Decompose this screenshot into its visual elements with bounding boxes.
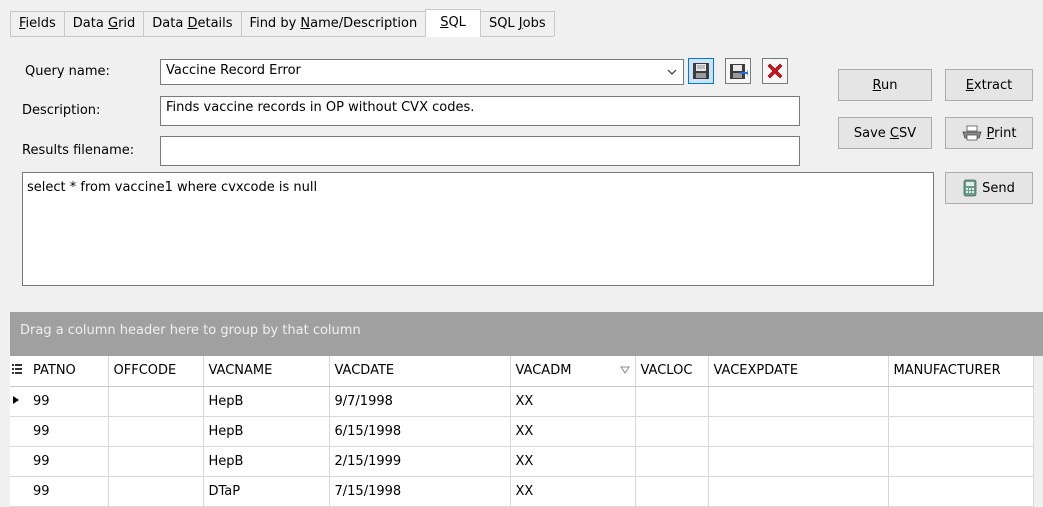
cell[interactable]: HepB <box>203 416 330 447</box>
cell[interactable] <box>108 446 204 477</box>
cell[interactable] <box>708 386 889 417</box>
send-icon <box>963 179 977 197</box>
cell[interactable]: 9/7/1998 <box>329 386 511 417</box>
table-row[interactable]: 99 HepB 9/7/1998 XX <box>10 386 1034 417</box>
cell[interactable]: XX <box>510 386 636 417</box>
column-header-vacdate[interactable]: VACDATE <box>329 356 511 387</box>
grid-header-row: PATNO OFFCODE VACNAME VACDATE VACADM VAC… <box>10 356 1034 387</box>
tab-fields[interactable]: Fields <box>10 11 65 36</box>
column-header-offcode[interactable]: OFFCODE <box>108 356 204 387</box>
cell[interactable] <box>708 416 889 447</box>
query-name-combo[interactable]: Vaccine Record Error <box>160 59 684 85</box>
sql-editor[interactable]: select * from vaccine1 where cvxcode is … <box>22 172 934 286</box>
save-query-as-button[interactable] <box>725 58 751 84</box>
column-header-vacloc[interactable]: VACLOC <box>635 356 709 387</box>
column-chooser[interactable] <box>10 356 28 387</box>
cell[interactable]: XX <box>510 416 636 447</box>
cell[interactable]: 99 <box>28 476 109 507</box>
cell[interactable] <box>888 476 1034 507</box>
column-header-vacexpdate[interactable]: VACEXPDATE <box>708 356 889 387</box>
column-header-vacname[interactable]: VACNAME <box>203 356 330 387</box>
sql-text: select * from vaccine1 where cvxcode is … <box>27 180 318 195</box>
column-header-manufacturer[interactable]: MANUFACTURER <box>888 356 1034 387</box>
cell[interactable]: XX <box>510 446 636 477</box>
cell[interactable] <box>888 416 1034 447</box>
delete-query-button[interactable] <box>762 58 788 84</box>
group-by-hint: Drag a column header here to group by th… <box>20 323 361 338</box>
row-indicator <box>10 416 28 447</box>
table-row[interactable]: 99 HepB 2/15/1999 XX <box>10 446 1034 477</box>
cell[interactable] <box>108 416 204 447</box>
cell[interactable]: DTaP <box>203 476 330 507</box>
results-filename-field[interactable] <box>160 136 800 166</box>
group-by-panel[interactable]: Drag a column header here to group by th… <box>10 312 1043 356</box>
cell[interactable] <box>888 446 1034 477</box>
cell[interactable]: 99 <box>28 386 109 417</box>
tab-data-grid[interactable]: Data Grid <box>63 11 145 36</box>
tab-bar: Fields Data Grid Data Details Find by Na… <box>10 9 555 37</box>
cell[interactable]: HepB <box>203 386 330 417</box>
cell[interactable]: 2/15/1999 <box>329 446 511 477</box>
cell[interactable] <box>635 476 709 507</box>
cell[interactable] <box>635 386 709 417</box>
cell[interactable]: 99 <box>28 446 109 477</box>
tab-sql-jobs[interactable]: SQL Jobs <box>479 11 555 36</box>
filter-triangle-icon[interactable] <box>619 365 630 375</box>
cell[interactable] <box>108 476 204 507</box>
cell[interactable] <box>635 446 709 477</box>
floppy-disk-icon <box>693 63 709 79</box>
column-chooser-icon <box>12 363 22 374</box>
cell[interactable]: 7/15/1998 <box>329 476 511 507</box>
query-name-value: Vaccine Record Error <box>166 63 301 78</box>
floppy-disk-arrow-icon <box>730 64 748 79</box>
description-value: Finds vaccine records in OP without CVX … <box>166 100 475 115</box>
results-grid[interactable]: PATNO OFFCODE VACNAME VACDATE VACADM VAC… <box>10 356 1034 507</box>
cell[interactable] <box>108 386 204 417</box>
cell[interactable] <box>708 476 889 507</box>
printer-icon <box>961 125 982 141</box>
row-indicator-icon <box>13 395 19 404</box>
tab-sql[interactable]: SQL <box>425 9 481 37</box>
cell[interactable]: 6/15/1998 <box>329 416 511 447</box>
row-indicator <box>10 386 28 417</box>
extract-button[interactable]: Extract <box>945 69 1033 101</box>
row-indicator <box>10 476 28 507</box>
description-field[interactable]: Finds vaccine records in OP without CVX … <box>160 96 800 126</box>
query-name-label: Query name: <box>25 64 110 79</box>
save-query-button[interactable] <box>688 58 714 84</box>
run-button[interactable]: Run <box>838 69 932 101</box>
results-filename-label: Results filename: <box>22 143 135 158</box>
table-row[interactable]: 99 DTaP 7/15/1998 XX <box>10 476 1034 507</box>
send-button[interactable]: Send <box>945 172 1033 204</box>
description-label: Description: <box>22 103 101 118</box>
cell[interactable] <box>888 386 1034 417</box>
column-header-vacadm[interactable]: VACADM <box>510 356 636 387</box>
red-x-icon <box>767 63 783 79</box>
chevron-down-icon <box>667 69 677 75</box>
row-indicator <box>10 446 28 477</box>
cell[interactable]: 99 <box>28 416 109 447</box>
column-header-patno[interactable]: PATNO <box>28 356 109 387</box>
cell[interactable] <box>635 416 709 447</box>
table-row[interactable]: 99 HepB 6/15/1998 XX <box>10 416 1034 447</box>
cell[interactable] <box>708 446 889 477</box>
save-csv-button[interactable]: Save CSV <box>838 117 932 149</box>
tab-data-details[interactable]: Data Details <box>143 11 242 36</box>
cell[interactable]: HepB <box>203 446 330 477</box>
print-button[interactable]: Print <box>945 117 1033 149</box>
tab-find-by-name[interactable]: Find by Name/Description <box>240 11 427 36</box>
cell[interactable]: XX <box>510 476 636 507</box>
